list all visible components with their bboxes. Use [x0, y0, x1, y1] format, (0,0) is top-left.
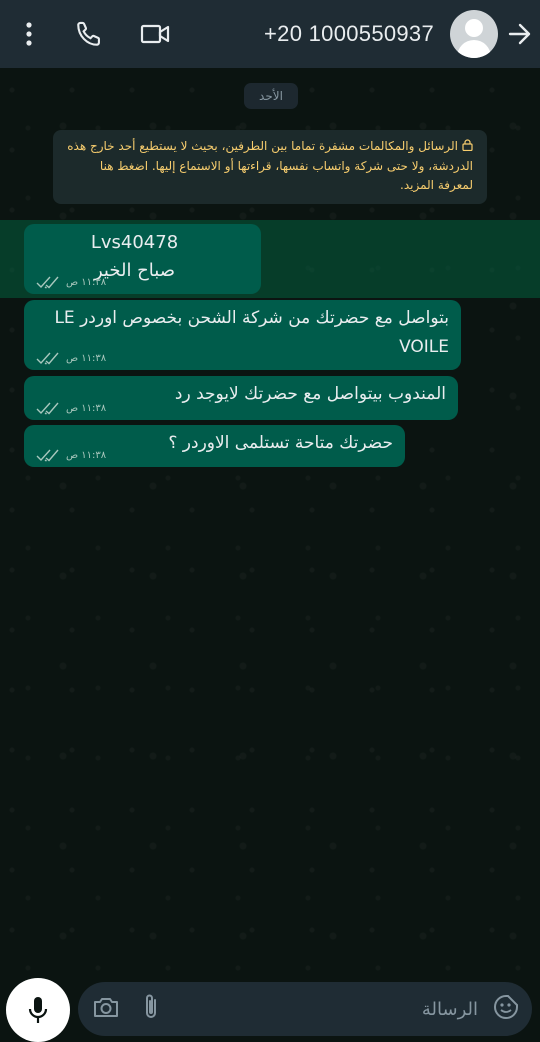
message-bubble[interactable]: المندوب بيتواصل مع حضرتك لايوجد رد ١١:٣٨…: [24, 376, 458, 420]
double-check-icon: [36, 402, 59, 415]
contact-info[interactable]: +20 1000550937: [264, 0, 540, 68]
message-meta: ١١:٣٨ ص: [36, 351, 106, 365]
camera-icon[interactable]: [92, 995, 120, 1023]
input-attachments: [78, 992, 160, 1026]
message-input-bar[interactable]: الرسالة: [78, 982, 532, 1036]
message-time: ١١:٣٨ ص: [66, 276, 107, 288]
message-bubble[interactable]: حضرتك متاحة تستلمى الاوردر ؟ ١١:٣٨ ص: [24, 425, 405, 467]
message-meta: ١١:٣٨ ص: [36, 401, 106, 415]
message-meta: ١١:٣٨ ص: [36, 275, 106, 289]
video-camera-icon[interactable]: [120, 8, 190, 60]
message-time: ١١:٣٨ ص: [66, 449, 107, 461]
attachment-icon[interactable]: [142, 992, 160, 1026]
microphone-icon: [28, 997, 48, 1023]
header-actions: [0, 0, 190, 68]
avatar[interactable]: [450, 10, 498, 58]
message-meta: ١١:٣٨ ص: [36, 448, 106, 462]
message-bubble[interactable]: Lvs40478 صباح الخير ١١:٣٨ ص: [24, 224, 261, 294]
chat-wallpaper: [0, 72, 540, 972]
message-bubble[interactable]: بتواصل مع حضرتك من شركة الشحن بخصوص اورد…: [24, 300, 461, 370]
double-check-icon: [36, 449, 59, 462]
back-arrow-icon[interactable]: [504, 8, 536, 60]
input-field-area[interactable]: الرسالة: [422, 993, 532, 1025]
sticker-icon[interactable]: [492, 993, 520, 1025]
double-check-icon: [36, 276, 59, 289]
encryption-notice[interactable]: الرسائل والمكالمات مشفرة تماما بين الطرف…: [53, 130, 487, 204]
more-options-icon[interactable]: [0, 8, 58, 60]
chat-header: +20 1000550937: [0, 0, 540, 68]
phone-icon[interactable]: [58, 8, 120, 60]
mic-button[interactable]: [6, 978, 70, 1042]
double-check-icon: [36, 352, 59, 365]
lock-icon: [462, 138, 473, 157]
message-input[interactable]: الرسالة: [422, 999, 478, 1020]
encryption-notice-text: الرسائل والمكالمات مشفرة تماما بين الطرف…: [67, 139, 473, 192]
message-time: ١١:٣٨ ص: [66, 352, 107, 364]
message-time: ١١:٣٨ ص: [66, 402, 107, 414]
date-chip: الأحد: [244, 83, 298, 109]
contact-number[interactable]: +20 1000550937: [264, 21, 434, 47]
